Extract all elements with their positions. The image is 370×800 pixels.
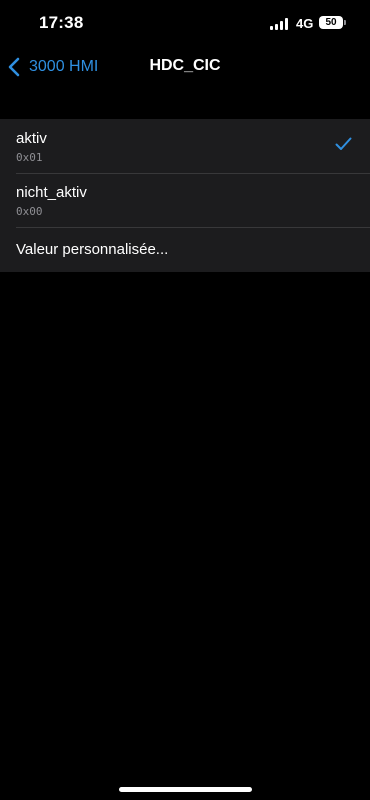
- custom-value-row[interactable]: Valeur personnalisée...: [0, 227, 370, 272]
- status-bar: 17:38 4G 50: [0, 0, 370, 48]
- screen: 17:38 4G 50 3000 HMI HDC_CIC aktiv 0x01: [0, 0, 370, 800]
- checkmark-icon: [335, 137, 352, 150]
- battery-level: 50: [325, 17, 337, 28]
- option-value: 0x00: [16, 205, 43, 218]
- navigation-bar: 3000 HMI HDC_CIC: [0, 48, 370, 86]
- cellular-signal-icon: [270, 18, 290, 30]
- option-label: aktiv: [16, 130, 47, 147]
- page-title: HDC_CIC: [149, 57, 221, 74]
- home-indicator[interactable]: [119, 787, 252, 792]
- option-list: aktiv 0x01 nicht_aktiv 0x00 Valeur perso…: [0, 119, 370, 272]
- battery-tip: [344, 20, 346, 25]
- network-type: 4G: [296, 16, 314, 31]
- option-row-aktiv[interactable]: aktiv 0x01: [0, 119, 370, 173]
- custom-value-label: Valeur personnalisée...: [16, 241, 169, 258]
- status-time: 17:38: [39, 13, 84, 32]
- option-label: nicht_aktiv: [16, 184, 87, 201]
- option-row-nicht-aktiv[interactable]: nicht_aktiv 0x00: [0, 173, 370, 227]
- option-value: 0x01: [16, 151, 43, 164]
- battery-icon: 50: [319, 16, 343, 29]
